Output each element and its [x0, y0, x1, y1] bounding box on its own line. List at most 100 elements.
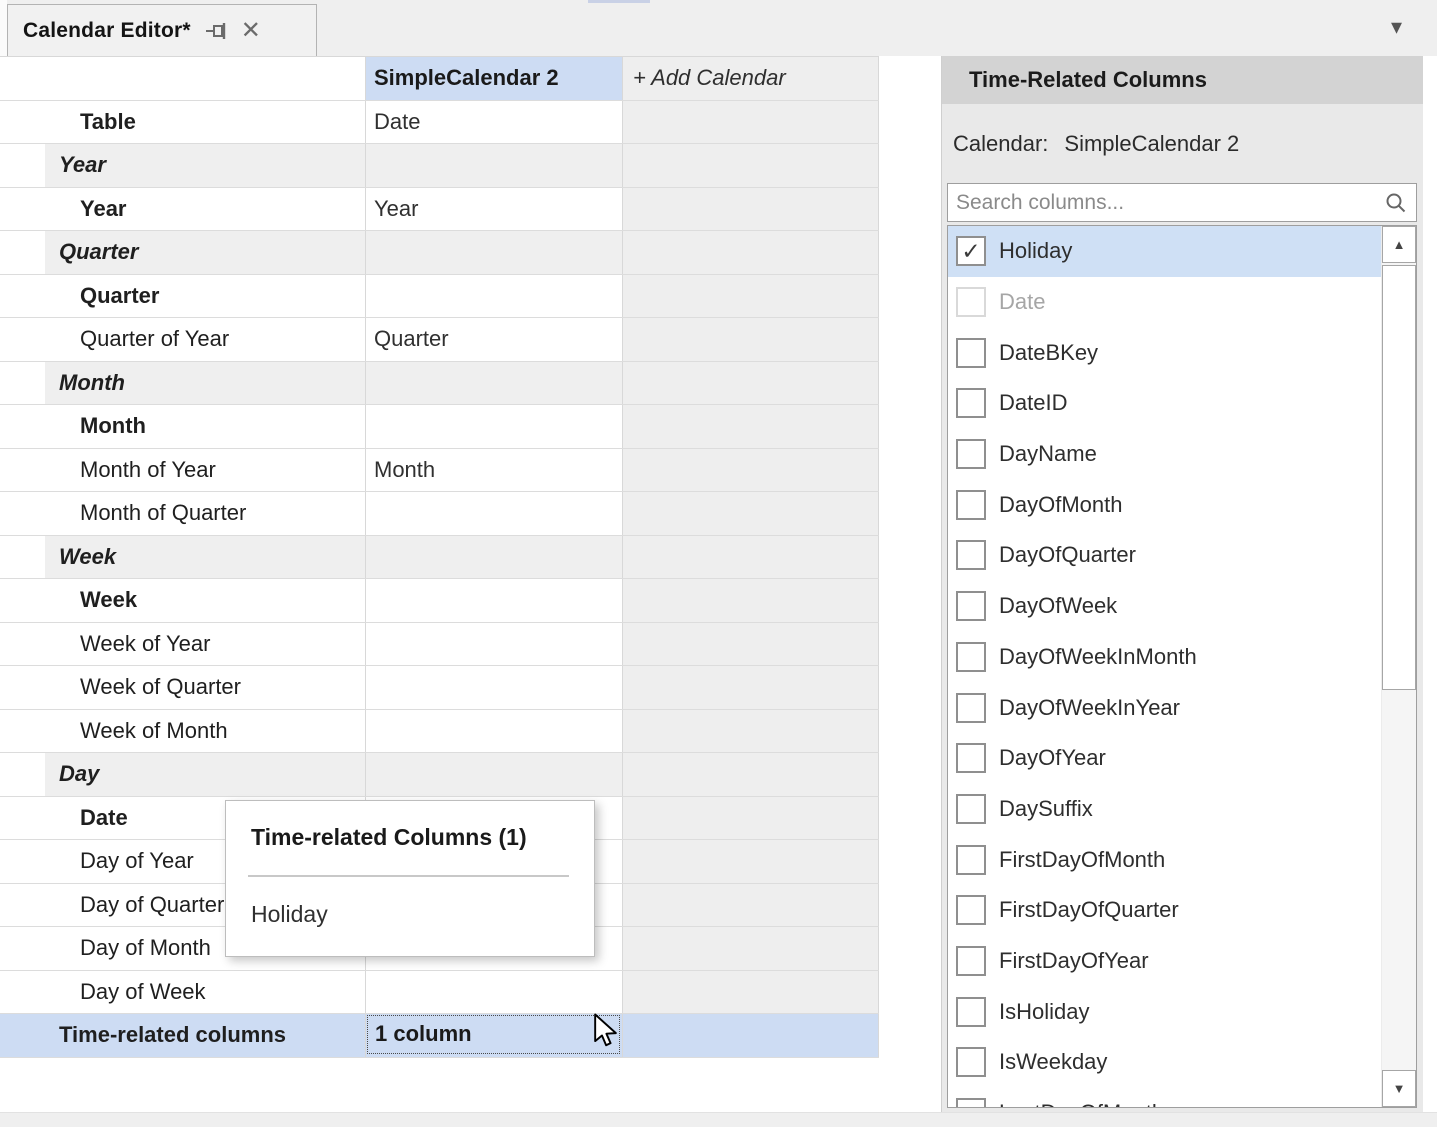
search-input[interactable] [948, 191, 1385, 215]
grid-row-value[interactable]: 1 column [366, 1014, 623, 1057]
checkbox-unchecked[interactable] [956, 743, 986, 773]
checkbox-unchecked[interactable] [956, 895, 986, 925]
grid-row-label[interactable]: Year [0, 144, 366, 187]
grid-row-label[interactable]: Year [0, 188, 366, 231]
grid-row-value[interactable] [366, 144, 623, 187]
pin-icon[interactable] [205, 20, 231, 42]
close-icon[interactable]: ✕ [241, 19, 261, 43]
grid-row-label[interactable]: Table [0, 101, 366, 144]
grid-row-label[interactable]: Week of Year [0, 623, 366, 666]
checkbox-unchecked[interactable] [956, 946, 986, 976]
grid-row-addcalendar-cell[interactable] [623, 710, 879, 753]
grid-row-label[interactable]: Week [0, 536, 366, 579]
grid-row-addcalendar-cell[interactable] [623, 536, 879, 579]
column-list-item[interactable]: FirstDayOfYear [948, 936, 1381, 987]
grid-row-label[interactable]: Day [0, 753, 366, 796]
column-list-item[interactable]: FirstDayOfMonth [948, 834, 1381, 885]
column-list-item[interactable]: LastDayOfMonth [948, 1088, 1381, 1108]
grid-row-label[interactable]: Week [0, 579, 366, 622]
focused-cell[interactable]: 1 column [367, 1015, 620, 1054]
checkbox-unchecked[interactable] [956, 1098, 986, 1108]
scrollbar[interactable]: ▲ ▼ [1381, 226, 1416, 1107]
scrollbar-thumb[interactable] [1382, 265, 1416, 690]
grid-row-addcalendar-cell[interactable] [623, 666, 879, 709]
grid-row-value[interactable] [366, 971, 623, 1014]
grid-row-value[interactable] [366, 753, 623, 796]
column-list-item[interactable]: DateBKey [948, 327, 1381, 378]
window-dropdown-icon[interactable]: ▾ [1391, 14, 1402, 40]
grid-row-value[interactable]: Quarter [366, 318, 623, 361]
checkbox-checked[interactable]: ✓ [956, 236, 986, 266]
grid-row-label[interactable]: Month of Quarter [0, 492, 366, 535]
grid-row-value[interactable] [366, 579, 623, 622]
checkbox-unchecked[interactable] [956, 845, 986, 875]
grid-row-addcalendar-cell[interactable] [623, 492, 879, 535]
checkbox-unchecked[interactable] [956, 490, 986, 520]
grid-header-calendar-cell[interactable]: SimpleCalendar 2 [366, 57, 623, 100]
checkbox-unchecked[interactable] [956, 439, 986, 469]
column-list-item[interactable]: DayName [948, 429, 1381, 480]
checkbox-unchecked[interactable] [956, 388, 986, 418]
grid-row-label[interactable]: Quarter [0, 231, 366, 274]
grid-row-addcalendar-cell[interactable] [623, 144, 879, 187]
grid-row-addcalendar-cell[interactable] [623, 927, 879, 970]
grid-row-addcalendar-cell[interactable] [623, 362, 879, 405]
scrollbar-up-button[interactable]: ▲ [1382, 226, 1416, 263]
grid-row-value[interactable] [366, 536, 623, 579]
checkbox-unchecked[interactable] [956, 540, 986, 570]
grid-row-addcalendar-cell[interactable] [623, 797, 879, 840]
grid-row-value[interactable] [366, 231, 623, 274]
column-list-item[interactable]: DayOfWeek [948, 581, 1381, 632]
grid-row-addcalendar-cell[interactable] [623, 405, 879, 448]
grid-row-value[interactable] [366, 666, 623, 709]
column-list-item[interactable]: Date [948, 277, 1381, 328]
grid-row-addcalendar-cell[interactable] [623, 579, 879, 622]
grid-row-addcalendar-cell[interactable] [623, 449, 879, 492]
grid-row-value[interactable] [366, 623, 623, 666]
tab-calendar-editor[interactable]: Calendar Editor* ✕ [7, 4, 317, 56]
column-list-item[interactable]: IsWeekday [948, 1037, 1381, 1088]
column-list-item[interactable]: DayOfWeekInMonth [948, 632, 1381, 683]
column-list-item[interactable]: DaySuffix [948, 784, 1381, 835]
grid-row-value[interactable] [366, 275, 623, 318]
grid-row-label[interactable]: Month of Year [0, 449, 366, 492]
grid-row-addcalendar-cell[interactable] [623, 275, 879, 318]
checkbox-unchecked[interactable] [956, 997, 986, 1027]
column-list-item[interactable]: IsHoliday [948, 986, 1381, 1037]
grid-row-addcalendar-cell[interactable] [623, 231, 879, 274]
grid-row-addcalendar-cell[interactable] [623, 188, 879, 231]
column-list-item[interactable]: ✓Holiday [948, 226, 1381, 277]
column-list-item[interactable]: DayOfQuarter [948, 530, 1381, 581]
grid-row-value[interactable] [366, 492, 623, 535]
checkbox-unchecked[interactable] [956, 642, 986, 672]
add-calendar-button[interactable]: + Add Calendar [623, 57, 879, 100]
column-list-item[interactable]: DateID [948, 378, 1381, 429]
grid-row-label[interactable]: Quarter of Year [0, 318, 366, 361]
grid-row-label[interactable]: Month [0, 405, 366, 448]
grid-row-value[interactable] [366, 362, 623, 405]
grid-row-addcalendar-cell[interactable] [623, 753, 879, 796]
grid-row-addcalendar-cell[interactable] [623, 101, 879, 144]
grid-row-addcalendar-cell[interactable] [623, 623, 879, 666]
scrollbar-down-button[interactable]: ▼ [1382, 1070, 1416, 1107]
checkbox-unchecked[interactable] [956, 591, 986, 621]
grid-row-value[interactable] [366, 405, 623, 448]
grid-row-value[interactable]: Month [366, 449, 623, 492]
checkbox-unchecked[interactable] [956, 287, 986, 317]
grid-row-addcalendar-cell[interactable] [623, 1014, 879, 1057]
grid-row-label[interactable]: Month [0, 362, 366, 405]
checkbox-unchecked[interactable] [956, 1047, 986, 1077]
grid-row-label[interactable]: Quarter [0, 275, 366, 318]
grid-row-addcalendar-cell[interactable] [623, 884, 879, 927]
column-list-item[interactable]: FirstDayOfQuarter [948, 885, 1381, 936]
grid-row-label[interactable]: Week of Month [0, 710, 366, 753]
grid-row-label[interactable]: Week of Quarter [0, 666, 366, 709]
grid-row-label[interactable]: Time-related columns [0, 1014, 366, 1057]
grid-row-addcalendar-cell[interactable] [623, 971, 879, 1014]
checkbox-unchecked[interactable] [956, 794, 986, 824]
checkbox-unchecked[interactable] [956, 338, 986, 368]
checkbox-unchecked[interactable] [956, 693, 986, 723]
grid-row-value[interactable] [366, 710, 623, 753]
grid-row-addcalendar-cell[interactable] [623, 840, 879, 883]
grid-row-value[interactable]: Year [366, 188, 623, 231]
